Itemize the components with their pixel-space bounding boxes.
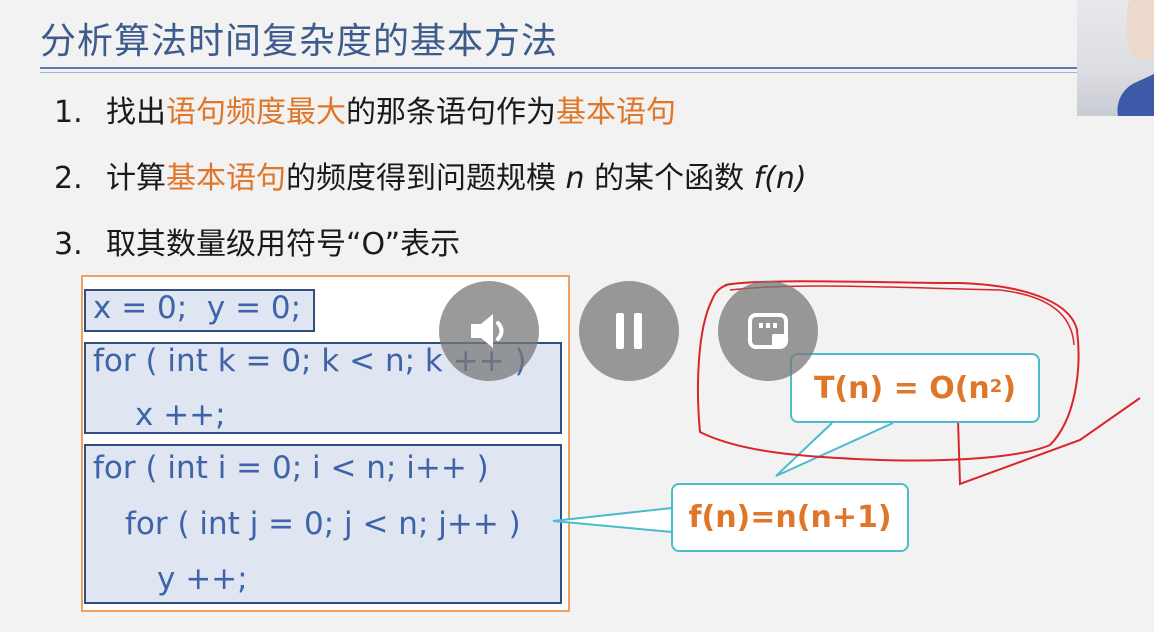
speaker-icon — [471, 314, 504, 348]
callout-f-text: f(n)=n(n+1) — [688, 500, 892, 535]
picture-in-picture-button[interactable] — [718, 281, 818, 381]
pause-button[interactable] — [579, 281, 679, 381]
callout-t-text: T(n) = O(n — [813, 370, 990, 406]
callout-t-close: ) — [1002, 370, 1017, 406]
callout-t-of-n: T(n) = O(n 2) — [790, 353, 1040, 423]
callout-f-of-n: f(n)=n(n+1) — [671, 483, 909, 552]
pause-icon — [616, 313, 642, 349]
annotation-layer — [552, 280, 1141, 533]
volume-button[interactable] — [439, 281, 539, 381]
callout-t-exponent: 2 — [989, 375, 1003, 397]
picture-in-picture-icon — [748, 313, 788, 349]
